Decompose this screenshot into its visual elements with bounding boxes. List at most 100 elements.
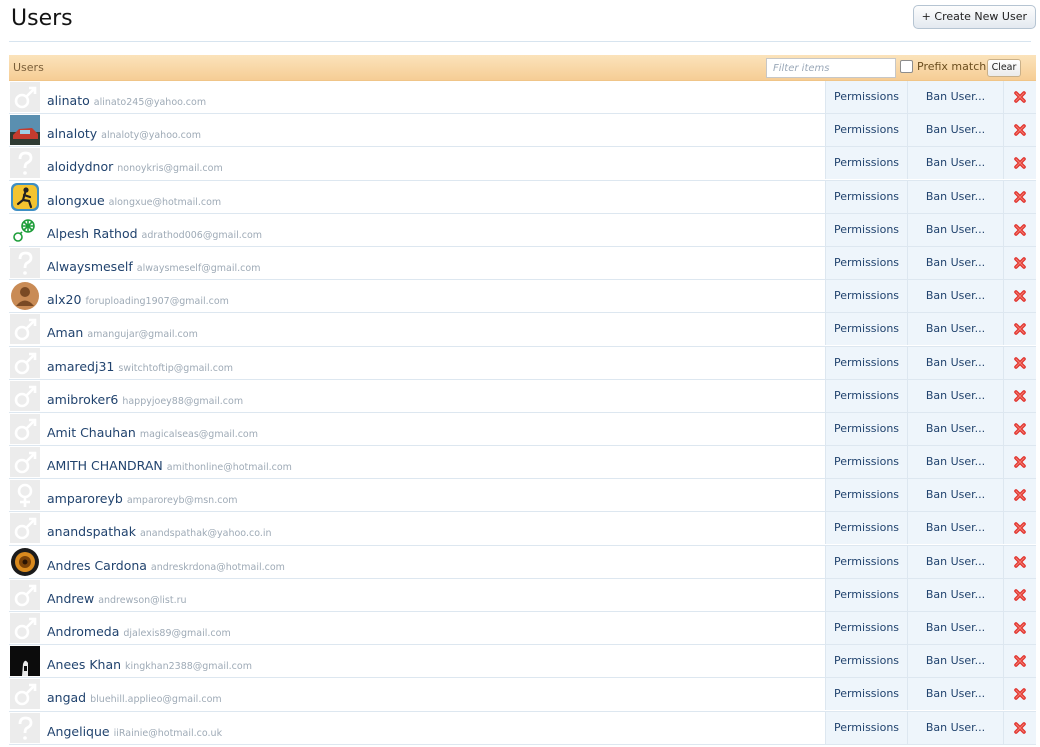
ban-user-link[interactable]: Ban User... <box>907 578 1003 611</box>
permissions-link[interactable]: Permissions <box>825 678 907 711</box>
username-link[interactable]: Andrew <box>47 591 94 606</box>
delete-user-button[interactable] <box>1003 346 1036 379</box>
ban-user-link[interactable]: Ban User... <box>907 412 1003 445</box>
permissions-link[interactable]: Permissions <box>825 512 907 545</box>
delete-user-button[interactable] <box>1003 280 1036 313</box>
username-link[interactable]: alnaloty <box>47 126 97 141</box>
delete-user-button[interactable] <box>1003 180 1036 213</box>
prefix-match-checkbox[interactable] <box>900 60 913 73</box>
female-icon-avatar[interactable] <box>10 480 40 511</box>
ban-user-link[interactable]: Ban User... <box>907 280 1003 313</box>
ban-user-link[interactable]: Ban User... <box>907 711 1003 744</box>
permissions-link[interactable]: Permissions <box>825 412 907 445</box>
username-link[interactable]: aloidydnor <box>47 159 113 174</box>
male-icon-avatar[interactable] <box>10 380 40 411</box>
speaker-avatar[interactable] <box>10 547 40 577</box>
permissions-link[interactable]: Permissions <box>825 711 907 744</box>
delete-user-button[interactable] <box>1003 313 1036 346</box>
ban-user-link[interactable]: Ban User... <box>907 379 1003 412</box>
permissions-link[interactable]: Permissions <box>825 545 907 578</box>
delete-user-button[interactable] <box>1003 213 1036 246</box>
unknown-icon-avatar[interactable] <box>10 148 40 179</box>
male-icon-avatar[interactable] <box>10 413 40 444</box>
filter-input[interactable] <box>766 58 896 78</box>
male-icon-avatar[interactable] <box>10 347 40 378</box>
photo-car-avatar[interactable] <box>10 115 40 146</box>
permissions-link[interactable]: Permissions <box>825 313 907 346</box>
permissions-link[interactable]: Permissions <box>825 213 907 246</box>
ban-user-link[interactable]: Ban User... <box>907 81 1003 113</box>
permissions-link[interactable]: Permissions <box>825 114 907 147</box>
delete-user-button[interactable] <box>1003 479 1036 512</box>
username-link[interactable]: Anees Khan <box>47 657 121 672</box>
clear-filter-button[interactable]: Clear <box>987 59 1021 77</box>
male-icon-avatar[interactable] <box>10 314 40 345</box>
delete-user-button[interactable] <box>1003 578 1036 611</box>
delete-user-button[interactable] <box>1003 512 1036 545</box>
username-link[interactable]: Aman <box>47 325 83 340</box>
male-icon-avatar[interactable] <box>10 679 40 710</box>
delete-user-button[interactable] <box>1003 711 1036 744</box>
delete-user-button[interactable] <box>1003 114 1036 147</box>
delete-user-button[interactable] <box>1003 678 1036 711</box>
permissions-link[interactable]: Permissions <box>825 246 907 279</box>
ban-user-link[interactable]: Ban User... <box>907 645 1003 678</box>
permissions-link[interactable]: Permissions <box>825 81 907 113</box>
delete-user-button[interactable] <box>1003 246 1036 279</box>
delete-user-button[interactable] <box>1003 81 1036 113</box>
permissions-link[interactable]: Permissions <box>825 280 907 313</box>
username-link[interactable]: anandspathak <box>47 524 136 539</box>
username-link[interactable]: Andromeda <box>47 624 119 639</box>
aim-runner-avatar[interactable] <box>10 182 40 212</box>
username-link[interactable]: amibroker6 <box>47 392 118 407</box>
male-icon-avatar[interactable] <box>10 82 40 112</box>
create-new-user-button[interactable]: + Create New User <box>912 5 1036 29</box>
username-link[interactable]: Amit Chauhan <box>47 425 136 440</box>
male-icon-avatar[interactable] <box>10 613 40 643</box>
ban-user-link[interactable]: Ban User... <box>907 678 1003 711</box>
username-link[interactable]: Andres Cardona <box>47 558 147 573</box>
ban-user-link[interactable]: Ban User... <box>907 512 1003 545</box>
prefix-match-toggle[interactable]: Prefix match <box>900 60 986 73</box>
username-link[interactable]: alinato <box>47 93 90 108</box>
ban-user-link[interactable]: Ban User... <box>907 545 1003 578</box>
delete-user-button[interactable] <box>1003 545 1036 578</box>
male-icon-avatar[interactable] <box>10 579 40 610</box>
username-link[interactable]: Alwaysmeself <box>47 259 133 274</box>
unknown-icon-avatar[interactable] <box>10 247 40 278</box>
permissions-link[interactable]: Permissions <box>825 446 907 479</box>
ban-user-link[interactable]: Ban User... <box>907 479 1003 512</box>
ban-user-link[interactable]: Ban User... <box>907 213 1003 246</box>
ban-user-link[interactable]: Ban User... <box>907 346 1003 379</box>
brown-person-avatar[interactable] <box>10 281 40 311</box>
delete-user-button[interactable] <box>1003 147 1036 180</box>
ban-user-link[interactable]: Ban User... <box>907 612 1003 644</box>
permissions-link[interactable]: Permissions <box>825 612 907 644</box>
ban-user-link[interactable]: Ban User... <box>907 313 1003 346</box>
permissions-link[interactable]: Permissions <box>825 346 907 379</box>
username-link[interactable]: Angelique <box>47 724 110 739</box>
delete-user-button[interactable] <box>1003 412 1036 445</box>
delete-user-button[interactable] <box>1003 612 1036 644</box>
username-link[interactable]: AMITH CHANDRAN <box>47 458 163 473</box>
unknown-icon-avatar[interactable] <box>10 712 40 743</box>
ban-user-link[interactable]: Ban User... <box>907 180 1003 213</box>
molecule-avatar[interactable] <box>10 214 40 245</box>
dark-photo-avatar[interactable] <box>10 646 40 677</box>
permissions-link[interactable]: Permissions <box>825 479 907 512</box>
username-link[interactable]: amaredj31 <box>47 359 114 374</box>
permissions-link[interactable]: Permissions <box>825 645 907 678</box>
username-link[interactable]: alx20 <box>47 292 81 307</box>
delete-user-button[interactable] <box>1003 645 1036 678</box>
ban-user-link[interactable]: Ban User... <box>907 246 1003 279</box>
username-link[interactable]: alongxue <box>47 193 105 208</box>
username-link[interactable]: amparoreyb <box>47 491 123 506</box>
ban-user-link[interactable]: Ban User... <box>907 147 1003 180</box>
ban-user-link[interactable]: Ban User... <box>907 114 1003 147</box>
delete-user-button[interactable] <box>1003 379 1036 412</box>
permissions-link[interactable]: Permissions <box>825 578 907 611</box>
delete-user-button[interactable] <box>1003 446 1036 479</box>
male-icon-avatar[interactable] <box>10 447 40 478</box>
male-icon-avatar[interactable] <box>10 513 40 544</box>
ban-user-link[interactable]: Ban User... <box>907 446 1003 479</box>
